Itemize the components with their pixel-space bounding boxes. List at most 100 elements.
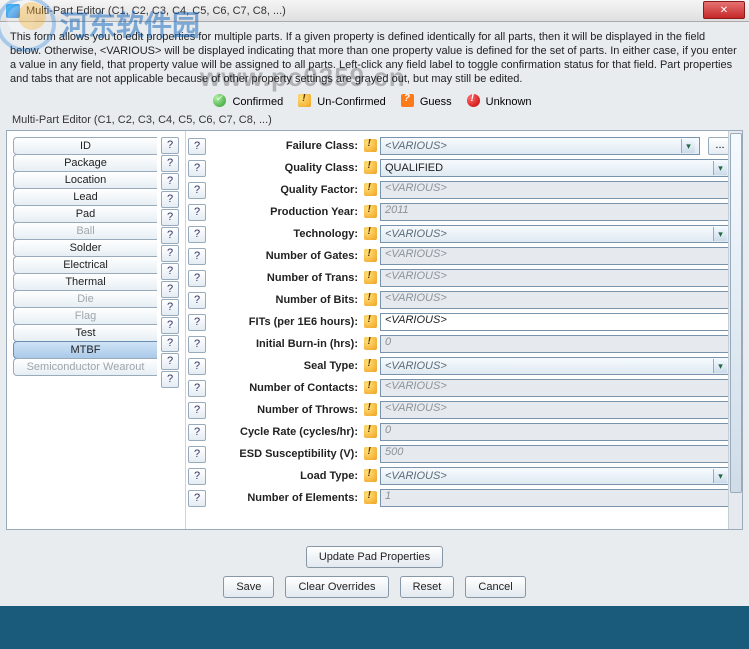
field-help-button[interactable]: ? (188, 490, 206, 507)
tab-help-button[interactable]: ? (161, 299, 179, 316)
tab-help-button[interactable]: ? (161, 245, 179, 262)
field-label[interactable]: Number of Elements: (208, 492, 362, 504)
field-label[interactable]: ESD Susceptibility (V): (208, 448, 362, 460)
field-combo[interactable]: <VARIOUS>▾ (380, 137, 700, 155)
tab-package[interactable]: Package (13, 154, 157, 172)
unconfirmed-icon (364, 227, 377, 240)
tab-help-column: ?????????????? (157, 131, 185, 529)
field-label[interactable]: FITs (per 1E6 hours): (208, 316, 362, 328)
tab-help-button[interactable]: ? (161, 371, 179, 388)
save-button[interactable]: Save (223, 576, 274, 598)
field-label[interactable]: Quality Factor: (208, 184, 362, 196)
tab-help-button[interactable]: ? (161, 191, 179, 208)
field-input[interactable]: <VARIOUS> (380, 269, 732, 287)
scrollbar[interactable] (728, 131, 742, 529)
field-help-button[interactable]: ? (188, 446, 206, 463)
field-input[interactable]: 0 (380, 335, 732, 353)
tab-lead[interactable]: Lead (13, 188, 157, 206)
combo-value: <VARIOUS> (385, 470, 447, 482)
title-bar: Multi-Part Editor (C1, C2, C3, C4, C5, C… (0, 0, 749, 22)
field-input[interactable]: 500 (380, 445, 732, 463)
field-combo[interactable]: <VARIOUS>▾ (380, 225, 732, 243)
tab-help-button[interactable]: ? (161, 317, 179, 334)
field-label[interactable]: Number of Throws: (208, 404, 362, 416)
field-input[interactable]: <VARIOUS> (380, 401, 732, 419)
tab-help-button[interactable]: ? (161, 227, 179, 244)
tab-help-button[interactable]: ? (161, 281, 179, 298)
field-label[interactable]: Failure Class: (208, 140, 362, 152)
unconfirmed-icon (364, 205, 377, 218)
field-label[interactable]: Seal Type: (208, 360, 362, 372)
tab-help-button[interactable]: ? (161, 209, 179, 226)
tab-semiconductor-wearout: Semiconductor Wearout (13, 358, 157, 376)
clear-overrides-button[interactable]: Clear Overrides (285, 576, 388, 598)
field-input[interactable]: <VARIOUS> (380, 313, 732, 331)
field-label[interactable]: Technology: (208, 228, 362, 240)
tab-mtbf[interactable]: MTBF (13, 341, 157, 359)
tab-help-button[interactable]: ? (161, 155, 179, 172)
field-row: ?Technology: <VARIOUS>▾ (186, 223, 736, 245)
field-combo[interactable]: <VARIOUS>▾ (380, 467, 732, 485)
tab-help-button[interactable]: ? (161, 137, 179, 154)
unconfirmed-icon (364, 403, 377, 416)
field-combo[interactable]: <VARIOUS>▾ (380, 357, 732, 375)
field-label[interactable]: Load Type: (208, 470, 362, 482)
field-row: ?Number of Trans: <VARIOUS> (186, 267, 736, 289)
field-label[interactable]: Quality Class: (208, 162, 362, 174)
field-help-button[interactable]: ? (188, 468, 206, 485)
field-label[interactable]: Number of Trans: (208, 272, 362, 284)
field-help-button[interactable]: ? (188, 314, 206, 331)
tab-electrical[interactable]: Electrical (13, 256, 157, 274)
field-input[interactable]: 1 (380, 489, 732, 507)
field-input[interactable]: 0 (380, 423, 732, 441)
field-label[interactable]: Number of Contacts: (208, 382, 362, 394)
tab-help-button[interactable]: ? (161, 335, 179, 352)
field-input[interactable]: 2011 (380, 203, 732, 221)
field-help-button[interactable]: ? (188, 182, 206, 199)
field-help-button[interactable]: ? (188, 160, 206, 177)
field-help-button[interactable]: ? (188, 226, 206, 243)
field-help-button[interactable]: ? (188, 292, 206, 309)
field-label[interactable]: Initial Burn-in (hrs): (208, 338, 362, 350)
field-help-button[interactable]: ? (188, 270, 206, 287)
content-area: This form allows you to edit properties … (0, 22, 749, 606)
unconfirmed-icon (364, 293, 377, 306)
field-help-button[interactable]: ? (188, 204, 206, 221)
field-label[interactable]: Cycle Rate (cycles/hr): (208, 426, 362, 438)
field-help-button[interactable]: ? (188, 336, 206, 353)
intro-text: This form allows you to edit properties … (6, 26, 743, 92)
update-pad-properties-button[interactable]: Update Pad Properties (306, 546, 443, 568)
tab-location[interactable]: Location (13, 171, 157, 189)
combo-value: <VARIOUS> (385, 360, 447, 372)
tab-thermal[interactable]: Thermal (13, 273, 157, 291)
cancel-button[interactable]: Cancel (465, 576, 525, 598)
field-help-button[interactable]: ? (188, 402, 206, 419)
tab-test[interactable]: Test (13, 324, 157, 342)
field-label[interactable]: Number of Bits: (208, 294, 362, 306)
field-help-button[interactable]: ? (188, 248, 206, 265)
reset-button[interactable]: Reset (400, 576, 455, 598)
field-label[interactable]: Production Year: (208, 206, 362, 218)
field-help-button[interactable]: ? (188, 380, 206, 397)
tab-pad[interactable]: Pad (13, 205, 157, 223)
tab-id[interactable]: ID (13, 137, 157, 155)
tab-help-button[interactable]: ? (161, 173, 179, 190)
unconfirmed-icon (364, 139, 377, 152)
field-combo[interactable]: QUALIFIED▾ (380, 159, 732, 177)
field-label[interactable]: Number of Gates: (208, 250, 362, 262)
tab-help-button[interactable]: ? (161, 263, 179, 280)
field-help-button[interactable]: ? (188, 138, 206, 155)
scroll-thumb[interactable] (730, 133, 742, 493)
field-help-button[interactable]: ? (188, 358, 206, 375)
legend-unconfirmed: Un-Confirmed (317, 96, 385, 108)
field-row: ?Production Year: 2011 (186, 201, 736, 223)
field-input[interactable]: <VARIOUS> (380, 181, 732, 199)
tab-help-button[interactable]: ? (161, 353, 179, 370)
tab-solder[interactable]: Solder (13, 239, 157, 257)
field-input[interactable]: <VARIOUS> (380, 379, 732, 397)
field-help-button[interactable]: ? (188, 424, 206, 441)
field-input[interactable]: <VARIOUS> (380, 291, 732, 309)
close-button[interactable]: ✕ (703, 1, 745, 19)
field-input[interactable]: <VARIOUS> (380, 247, 732, 265)
update-row: Update Pad Properties (6, 530, 743, 576)
